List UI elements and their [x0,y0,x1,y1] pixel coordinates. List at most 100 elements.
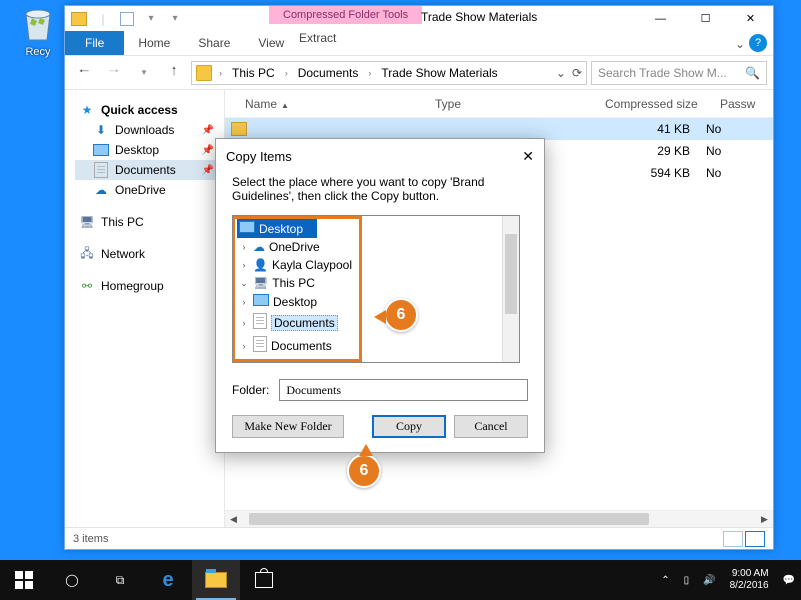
pin-icon: 📌 [202,125,214,136]
view-details-button[interactable] [723,531,743,547]
qat-overflow[interactable]: ▾ [165,9,185,29]
collapse-icon[interactable]: ⌄ [239,278,249,289]
col-type[interactable]: Type [421,97,591,111]
tray-up-icon[interactable]: ⌃ [661,575,669,586]
search-placeholder: Search Trade Show M... [598,66,727,80]
nav-documents[interactable]: Documents📌 [75,160,218,180]
dtree-desktop[interactable]: Desktop [237,219,317,238]
status-bar: 3 items [65,527,773,549]
annotation-bubble-6a: 6 [384,298,418,332]
back-button[interactable]: 🠐 [71,60,97,86]
qat-sep: | [93,9,113,29]
dialog-close-button[interactable]: ✕ [522,148,534,165]
nav-desktop[interactable]: Desktop📌 [75,140,218,160]
expand-icon[interactable]: › [239,242,249,252]
maximize-button[interactable]: ☐ [683,6,728,31]
column-headers: Name▲ Type Compressed size Passw [225,90,773,118]
item-count: 3 items [73,533,108,545]
col-name[interactable]: Name▲ [231,97,421,111]
ribbon-expand-icon[interactable]: ⌄ [735,37,745,51]
minimize-button[interactable]: ― [638,6,683,31]
scrollbar-thumb[interactable] [505,234,517,314]
recycle-bin[interactable]: Recy [18,4,58,58]
qat-dropdown[interactable]: ▾ [141,9,161,29]
search-input[interactable]: Search Trade Show M... 🔍 [591,61,767,85]
scroll-left-icon[interactable]: ◀ [225,511,242,527]
store-button[interactable] [240,560,288,600]
help-icon[interactable]: ? [749,34,767,52]
refresh-icon[interactable]: ⟳ [572,66,582,80]
expand-icon[interactable]: › [239,260,249,270]
volume-icon[interactable]: 🔊 [703,575,715,586]
dtree-pc-documents[interactable]: ›Documents [237,311,503,334]
address-bar[interactable]: › This PC › Documents › Trade Show Mater… [191,61,587,85]
window-title: Trade Show Materials [421,10,537,24]
chevron-right-icon[interactable]: › [215,68,226,78]
folder-input[interactable] [279,379,528,401]
view-large-button[interactable] [745,531,765,547]
col-compressed-size[interactable]: Compressed size [591,97,706,111]
cortana-button[interactable]: ◯ [48,560,96,600]
qat-folder-icon[interactable] [69,9,89,29]
scrollbar-thumb[interactable] [249,513,649,525]
pin-icon: 📌 [202,165,214,176]
expand-icon[interactable]: › [239,341,249,351]
folder-icon [196,65,212,81]
dialog-folder-tree[interactable]: Desktop ›☁OneDrive ›👤Kayla Claypool ⌄🖥Th… [232,215,520,363]
col-password[interactable]: Passw [706,97,767,111]
sort-asc-icon: ▲ [281,101,289,110]
search-icon: 🔍 [745,66,760,80]
dialog-tree-scrollbar[interactable] [502,216,519,362]
copy-items-dialog: Copy Items ✕ Select the place where you … [215,138,545,453]
up-button[interactable]: 🠑 [161,60,187,86]
forward-button[interactable]: 🠒 [101,60,127,86]
nav-network[interactable]: 🖧Network [75,244,218,264]
pin-icon: 📌 [202,145,214,156]
edge-button[interactable]: e [144,560,192,600]
nav-downloads[interactable]: ⬇Downloads📌 [75,120,218,140]
horizontal-scrollbar[interactable]: ◀ ▶ [225,510,773,527]
clock[interactable]: 9:00 AM 8/2/2016 [730,568,769,592]
share-tab[interactable]: Share [184,31,244,55]
address-dropdown-icon[interactable]: ⌄ [556,66,566,80]
nav-homegroup[interactable]: ⚯Homegroup [75,276,218,296]
annotation-bubble-6b: 6 [347,454,381,488]
action-center-icon[interactable]: 💬 [783,575,795,586]
expand-icon[interactable]: › [239,297,249,307]
chevron-right-icon[interactable]: › [281,68,292,78]
dialog-message: Select the place where you want to copy … [216,173,544,215]
file-explorer-button[interactable] [192,560,240,600]
contextual-tab-label: Compressed Folder Tools [269,6,422,24]
breadcrumb-current[interactable]: Trade Show Materials [378,66,500,80]
breadcrumb-this-pc[interactable]: This PC [229,66,278,80]
chevron-right-icon[interactable]: › [364,68,375,78]
home-tab[interactable]: Home [124,31,184,55]
dtree-user[interactable]: ›👤Kayla Claypool [237,256,503,274]
dtree-this-pc[interactable]: ⌄🖥This PC [237,274,503,292]
recent-dropdown[interactable]: ▾ [131,60,157,86]
folder-label: Folder: [232,383,269,397]
nav-pane: ★Quick access ⬇Downloads📌 Desktop📌 Docum… [65,90,225,527]
expand-icon[interactable]: › [239,318,249,328]
scroll-right-icon[interactable]: ▶ [756,511,773,527]
battery-icon[interactable]: ▯ [684,575,690,586]
copy-button[interactable]: Copy [372,415,446,438]
file-row[interactable]: 41 KB No [225,118,773,140]
dtree-pc-documents2[interactable]: ›Documents [237,334,503,357]
make-new-folder-button[interactable]: Make New Folder [232,415,344,438]
dtree-pc-desktop[interactable]: ›Desktop [237,292,503,311]
extract-tab[interactable]: Extract [285,31,350,45]
cancel-button[interactable]: Cancel [454,415,528,438]
dtree-onedrive[interactable]: ›☁OneDrive [237,238,503,256]
nav-quick-access[interactable]: ★Quick access [75,100,218,120]
nav-this-pc[interactable]: 🖥This PC [75,212,218,232]
close-button[interactable]: ✕ [728,6,773,31]
nav-onedrive[interactable]: ☁OneDrive [75,180,218,200]
qat-properties[interactable] [117,9,137,29]
task-view-button[interactable]: ⧉ [96,560,144,600]
dialog-title: Copy Items [226,149,292,164]
file-tab[interactable]: File [65,31,124,55]
breadcrumb-documents[interactable]: Documents [295,66,362,80]
recycle-bin-label: Recy [18,46,58,58]
start-button[interactable] [0,560,48,600]
